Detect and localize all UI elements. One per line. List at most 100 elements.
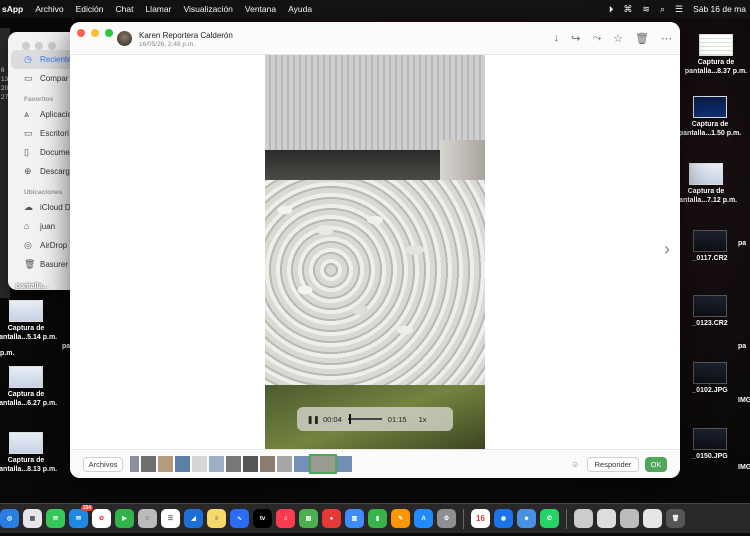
finder-zoom-button[interactable] — [48, 42, 56, 50]
dock-recent-file-icon[interactable] — [643, 509, 662, 528]
dock-whatsapp-icon[interactable]: ✆ — [540, 509, 559, 528]
control-center-icon[interactable]: ☰ — [675, 4, 683, 14]
media-thumbnail[interactable] — [141, 456, 156, 472]
scrubber-knob[interactable] — [349, 414, 351, 424]
desktop-file[interactable]: pantalla... — [0, 283, 64, 292]
elapsed-time: 00:04 — [323, 414, 342, 424]
media-thumbnail[interactable] — [192, 456, 207, 472]
menu-edicion[interactable]: Edición — [76, 4, 104, 14]
dock-pages-icon[interactable]: ✎ — [391, 509, 410, 528]
dock-photos-icon[interactable]: ✿ — [92, 509, 111, 528]
desktop-file[interactable]: p.m. — [0, 350, 32, 359]
dock-trash-icon[interactable]: 🗑 — [666, 509, 685, 528]
dock-numbers2-icon[interactable]: ▮ — [368, 509, 387, 528]
menu-visualizacion[interactable]: Visualización — [183, 4, 232, 14]
desktop-file[interactable]: IMG — [738, 464, 750, 473]
dock-mail-icon[interactable]: ✉ 154 — [69, 505, 93, 528]
pause-button[interactable]: ❚❚ — [307, 415, 320, 424]
dock-calendar-icon[interactable]: 16 — [471, 509, 490, 528]
dock-keynote-icon[interactable]: ◢ — [184, 509, 203, 528]
desktop-file[interactable]: Captura de pantalla...1.50 p.m. — [678, 96, 742, 138]
menu-archivo[interactable]: Archivo — [35, 4, 63, 14]
wifi-icon[interactable]: ≋ — [642, 4, 650, 14]
media-stage: ❚❚ 00:04 01:15 1x › — [70, 55, 680, 449]
menu-app-name[interactable]: sApp — [2, 4, 23, 14]
desktop-file[interactable]: Captura de pantalla...6.27 p.m. — [0, 366, 58, 408]
no-forward-icon[interactable]: ⤳ — [592, 32, 601, 45]
next-media-chevron-icon[interactable]: › — [664, 239, 670, 260]
video-frame[interactable]: ❚❚ 00:04 01:15 1x — [265, 55, 485, 449]
menu-bar: sApp Archivo Edición Chat Llamar Visuali… — [0, 0, 750, 18]
media-thumbnail[interactable] — [175, 456, 190, 472]
desktop-file[interactable]: Captura de pantalla...7.12 p.m. — [674, 163, 738, 205]
ok-button[interactable]: OK — [645, 457, 667, 472]
viewer-close-button[interactable] — [77, 29, 85, 37]
dock-numbers-icon[interactable]: ▤ — [299, 509, 318, 528]
menu-chat[interactable]: Chat — [115, 4, 133, 14]
menu-ayuda[interactable]: Ayuda — [288, 4, 312, 14]
desktop-file[interactable]: Captura de pantalla...8.37 p.m. — [684, 34, 748, 76]
menu-llamar[interactable]: Llamar — [145, 4, 171, 14]
dock-reminders-icon[interactable]: ☰ — [161, 509, 180, 528]
desktop-file[interactable]: pa — [738, 240, 750, 249]
dock-settings-icon[interactable]: ⚙ — [437, 509, 456, 528]
dock-finder-icon[interactable]: ☻ — [517, 509, 536, 528]
dock-tv-icon[interactable]: tv — [253, 509, 272, 528]
dock-notes-icon[interactable]: ≡ — [207, 509, 226, 528]
play-status-icon[interactable]: ⏵ — [609, 4, 614, 14]
menubar-clock[interactable]: Sáb 16 de ma — [693, 4, 746, 14]
media-thumbnail[interactable] — [277, 456, 292, 472]
desktop-file[interactable]: IMG — [738, 397, 750, 406]
dock-recent-file-icon[interactable] — [597, 509, 616, 528]
download-icon[interactable]: ↓ — [554, 32, 560, 45]
dock-safari-icon[interactable]: ◎ — [0, 509, 19, 528]
playback-speed-button[interactable]: 1x — [419, 415, 427, 424]
star-icon[interactable]: ☆ — [613, 32, 623, 45]
media-thumbnail[interactable] — [226, 456, 241, 472]
dock-contacts-icon[interactable]: ☺ — [138, 509, 157, 528]
desktop-file[interactable]: Captura de pantalla...5.14 p.m. — [0, 300, 58, 342]
viewer-minimize-button[interactable] — [91, 29, 99, 37]
sidebar-item-label: Descarg — [40, 167, 70, 176]
media-viewer-window[interactable]: Karen Reportera Calderón 16/05/26, 2:48 … — [70, 22, 680, 478]
media-thumbnail[interactable] — [158, 456, 173, 472]
desktop-file[interactable]: _0117.CR2 — [678, 230, 742, 264]
dock-keynote2-icon[interactable]: ▥ — [345, 509, 364, 528]
finder-close-button[interactable] — [22, 42, 30, 50]
dock-freeform-icon[interactable]: ∿ — [230, 509, 249, 528]
menu-ventana[interactable]: Ventana — [245, 4, 276, 14]
media-thumbnail[interactable] — [130, 456, 139, 472]
media-thumbnail[interactable] — [243, 456, 258, 472]
media-thumbnail[interactable] — [294, 456, 309, 472]
dock-app-store-icon[interactable]: A — [414, 509, 433, 528]
media-thumbnail[interactable] — [260, 456, 275, 472]
desktop-file[interactable]: _0123.CR2 — [678, 295, 742, 329]
dock-music-icon[interactable]: ♫ — [276, 509, 295, 528]
responder-button[interactable]: Responder — [587, 457, 639, 472]
desktop-file[interactable]: _0150.JPG — [678, 428, 742, 462]
media-thumbnail[interactable] — [337, 456, 352, 472]
viewer-zoom-button[interactable] — [105, 29, 113, 37]
dock-recent-file-icon[interactable] — [574, 509, 593, 528]
media-thumbnail[interactable] — [209, 456, 224, 472]
archivos-button[interactable]: Archivos — [83, 457, 123, 472]
clock-icon: ◷ — [24, 54, 32, 64]
forward-icon[interactable]: ↪ — [571, 32, 580, 45]
dock-facetime-icon[interactable]: ▶ — [115, 509, 134, 528]
video-scrubber[interactable] — [347, 414, 382, 424]
trash-icon[interactable]: 🗑 — [635, 32, 649, 45]
finder-minimize-button[interactable] — [35, 42, 43, 50]
desktop-file[interactable]: _0102.JPG — [678, 362, 742, 396]
more-options-icon[interactable]: ⋯ — [661, 32, 672, 45]
lock-status-icon[interactable]: ⌘ — [623, 4, 632, 14]
desktop-file[interactable]: Captura de pantalla...8.13 p.m. — [0, 432, 58, 474]
dock-browser-icon[interactable]: ◉ — [494, 509, 513, 528]
dock-pocket-icon[interactable]: ● — [322, 509, 341, 528]
dock-messages-icon[interactable]: ✉ — [46, 509, 65, 528]
media-thumbnail-selected[interactable] — [309, 454, 337, 474]
dock-launchpad-icon[interactable]: ▦ — [23, 509, 42, 528]
desktop-file[interactable]: pa — [738, 343, 750, 352]
dock-recent-file-icon[interactable] — [620, 509, 639, 528]
reaction-icon[interactable]: ☺ — [571, 460, 579, 469]
search-icon[interactable]: ⌕ — [660, 4, 665, 14]
